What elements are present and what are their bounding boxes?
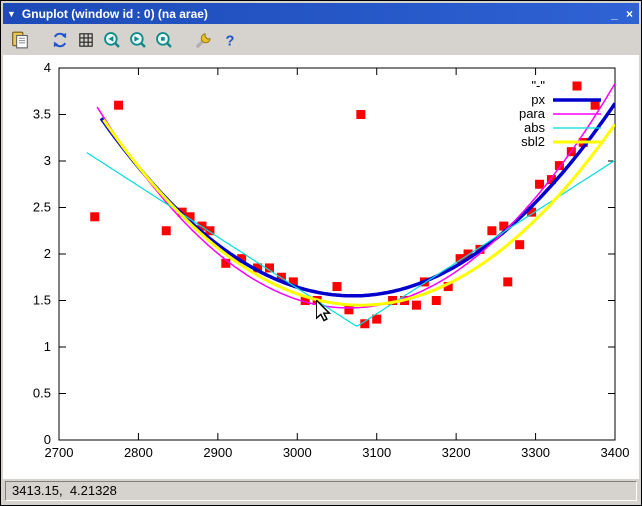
grid-icon: [77, 31, 95, 49]
close-button[interactable]: ×: [626, 7, 633, 21]
zoom-next-icon: [129, 31, 147, 49]
zoom-previous-icon: [103, 31, 121, 49]
y-tick-label: 3: [44, 153, 51, 168]
title-bar[interactable]: ▼ Gnuplot (window id : 0) (na arae) _ ×: [3, 3, 639, 24]
copy-button[interactable]: [7, 27, 33, 53]
replot-button[interactable]: [47, 27, 73, 53]
legend-label: px: [531, 92, 545, 107]
y-tick-label: 2.5: [33, 200, 51, 215]
copy-icon: [11, 31, 29, 49]
legend-label: abs: [524, 120, 545, 135]
minimize-button[interactable]: _: [611, 7, 618, 21]
x-tick-label: 3000: [283, 445, 312, 460]
curve-abs: [87, 153, 615, 326]
zoom-next-button[interactable]: [125, 27, 151, 53]
y-tick-label: 4: [44, 60, 51, 75]
x-tick-label: 3400: [601, 445, 630, 460]
plot-area[interactable]: 2700 2800 2900 3000 3100 3200 3300 3400 0 0.5 1 1.5…: [3, 55, 639, 479]
y-tick-label: 0: [44, 432, 51, 447]
replot-icon: [51, 31, 69, 49]
window-menu-icon[interactable]: ▼: [7, 9, 16, 19]
plot-container: 2700 2800 2900 3000 3100 3200 3300 3400 0 0.5 1 1.5…: [3, 55, 639, 479]
toolbar: ?: [3, 24, 639, 55]
y-tick-label: 0.5: [33, 386, 51, 401]
x-tick-label: 3200: [442, 445, 471, 460]
x-tick-label: 3100: [362, 445, 391, 460]
legend-label: "-": [531, 78, 545, 93]
y-tick-label: 2: [44, 246, 51, 261]
legend-label: sbl2: [521, 134, 545, 149]
x-tick-label: 3300: [521, 445, 550, 460]
x-tick-label: 2700: [45, 445, 74, 460]
status-bar: 3413.15, 4.21328: [3, 479, 639, 503]
help-icon: ?: [221, 31, 239, 49]
grid-button[interactable]: [73, 27, 99, 53]
help-button[interactable]: ?: [217, 27, 243, 53]
svg-text:?: ?: [226, 33, 235, 48]
y-tick-label: 3.5: [33, 107, 51, 122]
configure-button[interactable]: [191, 27, 217, 53]
autoscale-button[interactable]: [151, 27, 177, 53]
legend-label: para: [519, 106, 546, 121]
y-tick-label: 1: [44, 339, 51, 354]
gnuplot-window: ▼ Gnuplot (window id : 0) (na arae) _ × …: [0, 0, 642, 506]
window-title: Gnuplot (window id : 0) (na arae): [22, 7, 611, 21]
y-tick-label: 1.5: [33, 293, 51, 308]
x-tick-label: 2800: [124, 445, 153, 460]
zoom-previous-button[interactable]: [99, 27, 125, 53]
configure-icon: [195, 31, 213, 49]
legend-marker: [573, 82, 582, 91]
autoscale-icon: [155, 31, 173, 49]
x-tick-label: 2900: [203, 445, 232, 460]
status-coordinates: 3413.15, 4.21328: [5, 481, 637, 501]
